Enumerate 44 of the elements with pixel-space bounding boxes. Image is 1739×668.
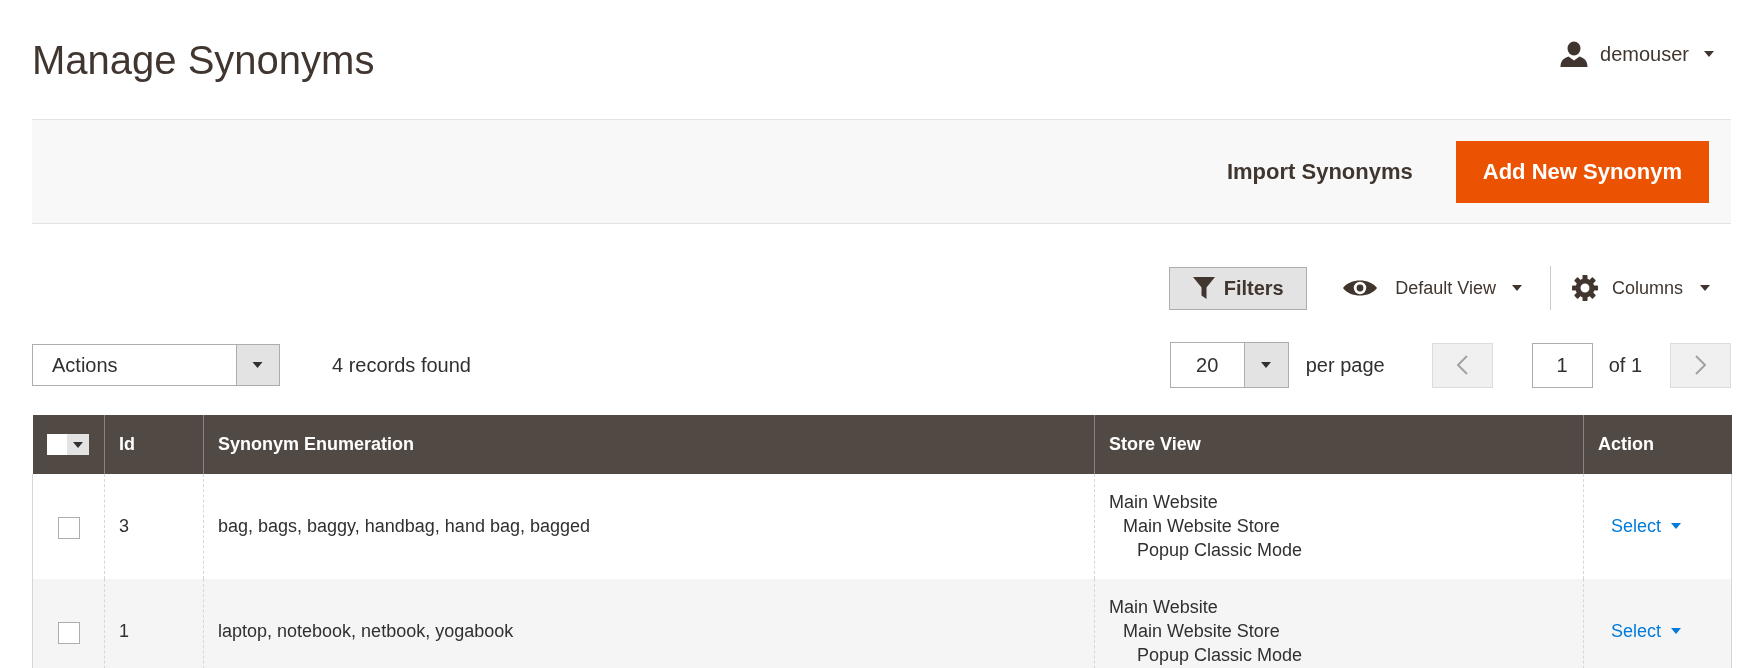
- columns-menu[interactable]: Columns: [1571, 273, 1710, 303]
- per-page-label: per page: [1305, 353, 1385, 377]
- view-menu[interactable]: Default View: [1343, 273, 1522, 303]
- table-cell: 1: [104, 579, 204, 668]
- per-page-dropdown[interactable]: 20: [1169, 342, 1289, 388]
- store-view-item: Popup Classic Mode: [1136, 539, 1304, 562]
- gear-icon: [1571, 275, 1598, 301]
- column-header[interactable]: Id: [104, 415, 204, 474]
- caret-icon: [1671, 628, 1682, 634]
- add-button[interactable]: Add New Synonym: [1455, 140, 1709, 203]
- records-count: 4 records found: [332, 353, 471, 377]
- actions-dropdown[interactable]: Actions: [32, 344, 280, 386]
- page-title: Manage Synonyms: [32, 37, 375, 84]
- caret-icon: [1704, 51, 1714, 57]
- row-checkbox[interactable]: [57, 621, 80, 644]
- page-total: of 1: [1608, 353, 1642, 377]
- column-header[interactable]: Store View: [1094, 415, 1584, 474]
- store-view-item: Main Website: [1109, 491, 1219, 514]
- eye-icon: [1343, 278, 1378, 298]
- column-header[interactable]: Action: [1583, 415, 1732, 474]
- store-view-item: Main Website: [1109, 596, 1219, 619]
- select-link[interactable]: Select: [1611, 514, 1682, 538]
- filters-button[interactable]: Filters: [1169, 266, 1308, 310]
- store-view-item: Popup Classic Mode: [1136, 644, 1304, 667]
- caret-icon: [1243, 343, 1288, 387]
- caret-icon: [1511, 285, 1522, 291]
- store-view-item: Main Website Store: [1122, 515, 1281, 538]
- user-menu[interactable]: demouser: [1560, 41, 1714, 67]
- filter-icon: [1192, 277, 1215, 299]
- user-icon: [1560, 41, 1589, 67]
- table-cell: laptop, notebook, netbook, yogabook: [203, 579, 1095, 668]
- caret-icon: [236, 345, 279, 385]
- caret-icon: [1671, 523, 1682, 529]
- page-input[interactable]: 1: [1531, 342, 1593, 388]
- import-button[interactable]: Import Synonyms: [1226, 158, 1413, 185]
- column-header[interactable]: Synonym Enumeration: [203, 415, 1095, 474]
- store-view-item: Main Website Store: [1122, 620, 1281, 643]
- caret-icon: [67, 434, 90, 456]
- select-all-checkbox[interactable]: [47, 434, 68, 456]
- chevron-right-icon: [1694, 355, 1707, 375]
- chevron-left-icon: [1456, 355, 1469, 375]
- select-link[interactable]: Select: [1611, 619, 1682, 643]
- caret-icon: [1700, 285, 1710, 291]
- row-checkbox[interactable]: [57, 516, 80, 539]
